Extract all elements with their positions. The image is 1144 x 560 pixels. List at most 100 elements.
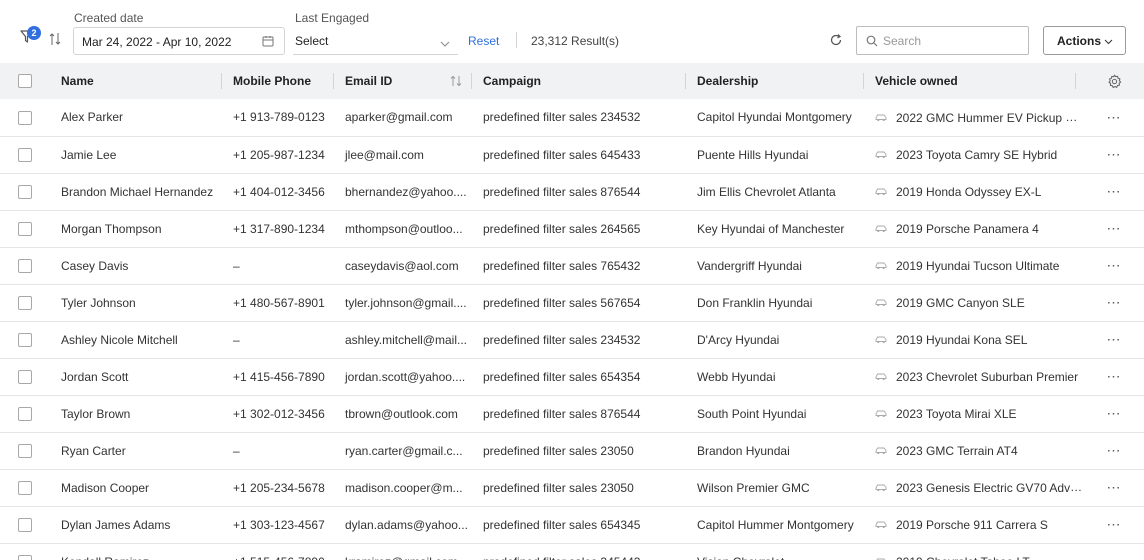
row-more-icon[interactable]: ⋯: [1084, 405, 1144, 422]
row-more-icon[interactable]: ⋯: [1084, 220, 1144, 237]
actions-button[interactable]: Actions: [1043, 26, 1126, 55]
table-row[interactable]: Jordan Scott +1 415-456-7890 jordan.scott@…: [0, 358, 1144, 395]
row-checkbox[interactable]: [18, 184, 32, 199]
date-range-picker[interactable]: Mar 24, 2022 - Apr 10, 2022: [73, 27, 285, 55]
row-more-icon[interactable]: ⋯: [1084, 516, 1144, 533]
row-more-icon[interactable]: ⋯: [1084, 553, 1144, 560]
row-more-icon[interactable]: ⋯: [1084, 331, 1144, 348]
table-row[interactable]: Kendall Ramirez+1 515-456-7890kramirez@g…: [0, 543, 1144, 560]
table-row[interactable]: Alex Parker +1 913-789-0123 aparker@gmail.…: [0, 99, 1144, 136]
row-more-icon[interactable]: ⋯: [1084, 109, 1144, 126]
cell-name: Tyler Johnson: [61, 295, 136, 310]
car-icon: [875, 373, 887, 381]
row-checkbox[interactable]: [18, 406, 32, 421]
cell-email: kramirez@gmail.com: [334, 543, 472, 560]
search-input[interactable]: [883, 32, 1023, 50]
cell-campaign: predefined filter sales 345443: [472, 543, 686, 560]
select-all-checkbox[interactable]: [18, 74, 32, 89]
cell-dealership: Don Franklin Hyundai: [697, 295, 813, 310]
row-more-icon[interactable]: ⋯: [1084, 368, 1144, 385]
select-all-cell: [0, 63, 50, 99]
search-box: [856, 26, 1029, 55]
cell-vehicle: 2022 GMC Hummer EV Pickup Edition: [864, 99, 1084, 136]
row-checkbox[interactable]: [18, 480, 32, 495]
contacts-table: Name Mobile Phone Email ID Campaign Deal…: [0, 63, 1144, 560]
vehicle-text: 2023 Genesis Electric GV70 Advanced: [896, 480, 1084, 495]
actions-label: Actions: [1057, 33, 1102, 48]
cell-name: Morgan Thompson: [61, 221, 162, 236]
cell-dealership: Wilson Premier GMC: [697, 480, 810, 495]
cell-name: Jordan Scott: [61, 369, 129, 384]
row-checkbox[interactable]: [18, 332, 32, 347]
row-checkbox[interactable]: [18, 110, 32, 125]
cell-dealership: South Point Hyundai: [697, 406, 807, 421]
car-icon: [875, 447, 887, 455]
row-more-icon[interactable]: ⋯: [1084, 183, 1144, 200]
col-header-campaign[interactable]: Campaign: [472, 63, 686, 99]
row-checkbox[interactable]: [18, 517, 32, 532]
table-row[interactable]: Ashley Nicole Mitchell – ashley.mitchell@m…: [0, 321, 1144, 358]
cell-name: Brandon Michael Hernandez: [61, 184, 214, 199]
row-checkbox[interactable]: [18, 443, 32, 458]
vehicle-text: 2023 GMC Terrain AT4: [896, 443, 1018, 458]
car-icon: [875, 299, 887, 307]
cell-dealership: Vandergriff Hyundai: [697, 258, 802, 273]
col-header-email[interactable]: Email ID: [334, 63, 472, 99]
refresh-icon[interactable]: [829, 33, 843, 47]
cell-email: aparker@gmail.com: [345, 110, 453, 125]
sort-icon[interactable]: [450, 75, 462, 87]
last-engaged-select[interactable]: Select: [293, 27, 458, 55]
cell-email: tyler.johnson@gmail....: [345, 295, 467, 310]
row-checkbox[interactable]: [18, 258, 32, 273]
vehicle-text: 2019 Honda Odyssey EX-L: [896, 184, 1042, 199]
table-row[interactable]: Casey Davis – caseydavis@aol.com predefined…: [0, 247, 1144, 284]
car-icon: [875, 188, 887, 196]
table-row[interactable]: Jamie Lee +1 205-987-1234 jlee@mail.com pre…: [0, 136, 1144, 173]
cell-mobile: +1 205-987-1234: [233, 147, 325, 162]
row-checkbox[interactable]: [18, 147, 32, 162]
cell-email: jordan.scott@yahoo....: [345, 369, 466, 384]
row-more-icon[interactable]: ⋯: [1084, 257, 1144, 274]
car-icon: [875, 336, 887, 344]
filter-count-badge: 2: [27, 26, 41, 40]
cell-vehicle: 2023 GMC Terrain AT4: [864, 432, 1084, 469]
table-row[interactable]: Brandon Michael Hernandez +1 404-012-3456…: [0, 173, 1144, 210]
row-more-icon[interactable]: ⋯: [1084, 294, 1144, 311]
table-row[interactable]: Taylor Brown +1 302-012-3456 tbrown@outloo…: [0, 395, 1144, 432]
row-checkbox[interactable]: [18, 554, 32, 560]
row-more-icon[interactable]: ⋯: [1084, 442, 1144, 459]
vehicle-text: 2019 GMC Canyon SLE: [896, 295, 1025, 310]
table-row[interactable]: Tyler Johnson +1 480-567-8901 tyler.johnso…: [0, 284, 1144, 321]
reset-link[interactable]: Reset: [468, 34, 499, 48]
toolbar: 2 Created date Mar 24, 2022 - Apr 10, 20…: [0, 0, 1144, 63]
table-row[interactable]: Ryan Carter – ryan.carter@gmail.c... predef…: [0, 432, 1144, 469]
calendar-icon: [262, 35, 274, 47]
cell-name: Alex Parker: [61, 110, 124, 125]
sort-order-icon[interactable]: [49, 32, 63, 48]
cell-mobile: –: [233, 332, 240, 347]
col-header-vehicle[interactable]: Vehicle owned: [864, 63, 1084, 99]
vehicle-text: 2019 Hyundai Tucson Ultimate: [896, 258, 1060, 273]
cell-vehicle: 2023 Chevrolet Suburban Premier: [864, 358, 1084, 395]
cell-vehicle: 2019 Porsche Panamera 4: [864, 210, 1084, 247]
table-row[interactable]: Morgan Thompson +1 317-890-1234 mthompson@…: [0, 210, 1144, 247]
gear-icon[interactable]: [1107, 74, 1122, 89]
car-icon: [875, 410, 887, 418]
col-header-dealership[interactable]: Dealership: [686, 63, 864, 99]
row-more-icon[interactable]: ⋯: [1084, 146, 1144, 163]
table-row[interactable]: Dylan James Adams +1 303-123-4567 dylan.ad…: [0, 506, 1144, 543]
created-date-label: Created date: [74, 11, 144, 25]
col-header-name[interactable]: Name: [50, 63, 222, 99]
cell-campaign: predefined filter sales 876544: [483, 184, 641, 199]
cell-name: Jamie Lee: [61, 147, 117, 162]
date-range-value: Mar 24, 2022 - Apr 10, 2022: [82, 35, 232, 49]
row-more-icon[interactable]: ⋯: [1084, 479, 1144, 496]
cell-mobile: +1 913-789-0123: [233, 110, 325, 125]
cell-dealership: Capitol Hummer Montgomery: [697, 517, 854, 532]
row-checkbox[interactable]: [18, 369, 32, 384]
row-checkbox[interactable]: [18, 221, 32, 236]
row-checkbox[interactable]: [18, 295, 32, 310]
col-header-mobile[interactable]: Mobile Phone: [222, 63, 334, 99]
table-row[interactable]: Madison Cooper +1 205-234-5678 madison.coo…: [0, 469, 1144, 506]
cell-campaign: predefined filter sales 876544: [483, 406, 641, 421]
